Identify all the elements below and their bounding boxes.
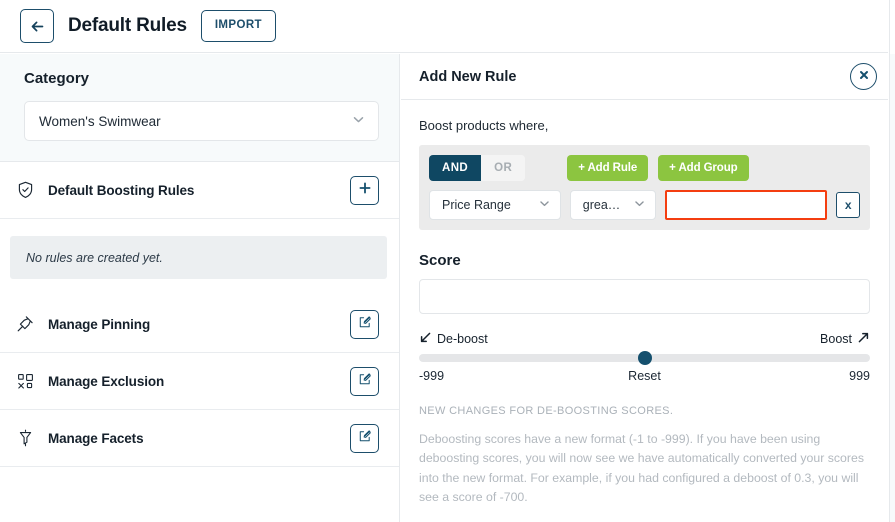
background-page-strip <box>889 54 895 522</box>
sidebar-item-label: Manage Pinning <box>48 316 151 332</box>
score-label: Score <box>419 252 461 269</box>
app-root: Default Rules IMPORT Category Women's Sw… <box>0 0 895 522</box>
rule-builder: AND OR + Add Rule + Add Group Price Rang… <box>419 145 870 230</box>
arrow-left-icon <box>29 18 46 35</box>
sidebar-item-label: Manage Exclusion <box>48 373 165 389</box>
deboost-notice: NEW CHANGES FOR DE-BOOSTING SCORES. Debo… <box>419 405 870 508</box>
funnel-icon <box>10 429 40 447</box>
chevron-down-icon <box>351 112 366 130</box>
score-slider-track[interactable] <box>419 351 870 365</box>
sidebar-item-manage-facets[interactable]: Manage Facets <box>0 410 399 467</box>
rule-operator-value: grea… <box>582 198 621 212</box>
slider-max-label: 999 <box>849 369 870 383</box>
arrow-up-right-icon <box>857 331 870 347</box>
edit-icon <box>358 429 372 448</box>
conjunction-and-button[interactable]: AND <box>429 155 482 181</box>
category-section: Category Women's Swimwear <box>0 54 399 162</box>
edit-icon <box>358 315 372 334</box>
slider-reset-button[interactable]: Reset <box>628 369 661 383</box>
shield-check-icon <box>10 181 40 199</box>
sidebar-item-default-boosting-rules[interactable]: Default Boosting Rules <box>0 162 399 219</box>
sidebar-item-manage-pinning[interactable]: Manage Pinning <box>0 296 399 353</box>
rule-field-value: Price Range <box>442 198 511 212</box>
deboost-label: De-boost <box>437 332 488 346</box>
panel-title: Add New Rule <box>419 68 517 85</box>
remove-rule-button[interactable]: x <box>836 192 860 218</box>
page-title: Default Rules <box>68 15 187 36</box>
rule-builder-toolbar: AND OR + Add Rule + Add Group <box>429 155 860 181</box>
back-button[interactable] <box>20 9 54 43</box>
add-rule-button[interactable]: + Add Rule <box>567 155 649 181</box>
rule-field-select[interactable]: Price Range <box>429 190 561 220</box>
score-slider-section: De-boost Boost -999 Reset 999 <box>419 331 870 383</box>
pin-icon <box>10 315 40 333</box>
edit-icon <box>358 372 372 391</box>
edit-exclusion-button[interactable] <box>350 366 379 396</box>
chevron-down-icon <box>633 197 646 213</box>
score-slider-thumb[interactable] <box>637 351 652 365</box>
category-label: Category <box>24 70 90 87</box>
rule-condition-row: Price Range grea… x <box>429 190 860 220</box>
slider-min-label: -999 <box>419 369 445 383</box>
sidebar-item-label: Default Boosting Rules <box>48 182 195 198</box>
sidebar-item-label: Manage Facets <box>48 430 144 446</box>
close-panel-button[interactable] <box>850 63 877 90</box>
category-selected-value: Women's Swimwear <box>39 113 161 129</box>
notice-heading: NEW CHANGES FOR DE-BOOSTING SCORES. <box>419 405 674 417</box>
sidebar-item-manage-exclusion[interactable]: Manage Exclusion <box>0 353 399 410</box>
edit-pinning-button[interactable] <box>350 309 379 339</box>
add-boosting-rule-button[interactable] <box>350 175 379 205</box>
close-icon <box>858 68 870 86</box>
boost-end: Boost <box>820 331 870 347</box>
add-group-button[interactable]: + Add Group <box>658 155 749 181</box>
background-page-strip-top <box>889 0 895 54</box>
plus-icon <box>358 181 372 200</box>
panel-body: Boost products where, AND OR + Add Rule … <box>401 100 888 508</box>
slider-scale-labels: -999 Reset 999 <box>419 369 870 383</box>
top-bar: Default Rules IMPORT <box>0 0 888 53</box>
conjunction-toggle: AND OR <box>429 155 526 181</box>
slider-end-labels: De-boost Boost <box>419 331 870 347</box>
deboost-end: De-boost <box>419 331 488 347</box>
empty-rules-message: No rules are created yet. <box>10 236 387 279</box>
panel-header: Add New Rule <box>401 54 888 100</box>
score-input[interactable] <box>419 279 870 314</box>
category-select[interactable]: Women's Swimwear <box>24 101 379 141</box>
edit-facets-button[interactable] <box>350 423 379 453</box>
rule-operator-select[interactable]: grea… <box>569 190 657 220</box>
boost-prompt: Boost products where, <box>419 118 549 133</box>
boost-label: Boost <box>820 332 852 346</box>
notice-body: Deboosting scores have a new format (-1 … <box>419 432 864 505</box>
import-button[interactable]: IMPORT <box>200 10 276 42</box>
rule-value-input[interactable] <box>665 190 828 220</box>
conjunction-or-button[interactable]: OR <box>481 155 526 181</box>
exclusion-icon <box>10 373 40 390</box>
left-sidebar: Category Women's Swimwear Default Boosti… <box>0 54 400 522</box>
chevron-down-icon <box>538 197 551 213</box>
add-rule-panel: Add New Rule Boost products where, AND O… <box>401 54 888 522</box>
arrow-down-left-icon <box>419 331 432 347</box>
